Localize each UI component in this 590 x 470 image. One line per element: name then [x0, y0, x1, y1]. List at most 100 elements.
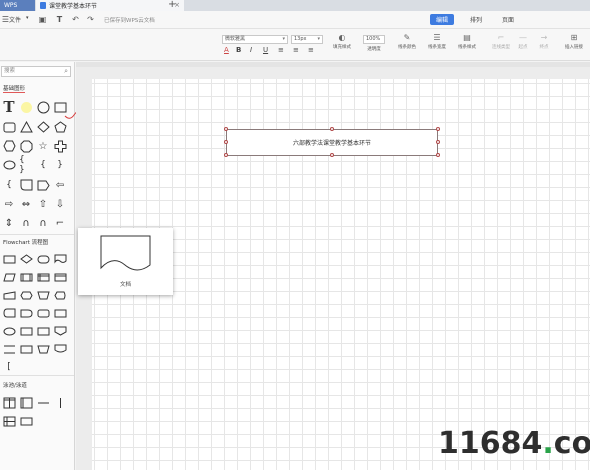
flow-document-icon[interactable]: [53, 252, 67, 266]
flow-card-icon[interactable]: [53, 270, 67, 284]
line-color-button[interactable]: ✎ 线条颜色: [394, 32, 420, 50]
align-center-icon[interactable]: ≡: [293, 46, 299, 54]
resize-handle-top-right[interactable]: [436, 127, 440, 131]
swimlane-horizontal-icon[interactable]: [19, 396, 33, 410]
octagon-shape-icon[interactable]: [19, 139, 33, 153]
flow-direct-data-icon[interactable]: [36, 306, 50, 320]
resize-handle-bottom-right[interactable]: [436, 153, 440, 157]
pentagon-shape-icon[interactable]: [53, 120, 67, 134]
flow-trapezoid-icon[interactable]: [36, 342, 50, 356]
line-style-button[interactable]: ▤ 线条样式: [454, 32, 480, 50]
resize-handle-top[interactable]: [330, 127, 334, 131]
new-tab-button[interactable]: +: [168, 0, 176, 10]
flow-terminator-icon[interactable]: [36, 252, 50, 266]
zoom-input[interactable]: 100%: [363, 35, 385, 44]
swimlane-small-icon[interactable]: [19, 414, 33, 428]
u-turn-arrow-shape-icon[interactable]: ∩: [19, 216, 33, 230]
insert-link-button[interactable]: ⊞ 插入链接: [560, 32, 588, 50]
opacity-button[interactable]: 透明度: [361, 46, 387, 52]
section-basic-shapes[interactable]: 基础图形: [3, 84, 26, 93]
flow-delay-icon[interactable]: [19, 306, 33, 320]
flow-sequential-icon[interactable]: [2, 324, 16, 338]
file-menu[interactable]: 文件: [9, 15, 21, 24]
flow-annotation-icon[interactable]: [: [2, 360, 16, 374]
start-point-button[interactable]: — 起点: [513, 32, 533, 50]
right-brace-shape-icon[interactable]: }: [53, 158, 67, 172]
callout-shape-icon[interactable]: [19, 178, 33, 192]
flow-display-icon[interactable]: [53, 288, 67, 302]
section-flowchart[interactable]: Flowchart 流程图: [3, 238, 48, 246]
flow-manual-op-icon[interactable]: [36, 288, 50, 302]
flow-predefined-icon[interactable]: [19, 270, 33, 284]
flow-preparation-icon[interactable]: [19, 288, 33, 302]
braces-shape-icon[interactable]: { }: [19, 155, 33, 175]
text-shape-icon[interactable]: T: [2, 98, 16, 116]
search-icon[interactable]: ⌕: [64, 67, 68, 76]
arrow-right-shape-icon[interactable]: ⇨: [2, 197, 16, 211]
flow-shield-icon[interactable]: [53, 342, 67, 356]
resize-handle-bottom[interactable]: [330, 153, 334, 157]
flow-merge-icon[interactable]: [19, 342, 33, 356]
separator-vertical-icon[interactable]: [53, 396, 67, 410]
star-shape-icon[interactable]: ☆: [36, 139, 50, 153]
line-width-button[interactable]: ☰ 线条宽度: [424, 32, 450, 50]
end-point-button[interactable]: → 终点: [534, 32, 554, 50]
bracket-shape-icon[interactable]: {: [2, 178, 16, 192]
highlight-shape-icon[interactable]: [19, 100, 33, 114]
tab-page[interactable]: 页面: [496, 14, 520, 25]
separator-horizontal-icon[interactable]: [36, 396, 50, 410]
format-painter-icon[interactable]: T: [55, 15, 64, 24]
flow-process-icon[interactable]: [2, 252, 16, 266]
swimlane-grid-icon[interactable]: [2, 414, 16, 428]
font-size-select[interactable]: 13px ▾: [291, 35, 323, 44]
selected-text-box[interactable]: 六部教学法课堂教学基本环节: [226, 129, 438, 156]
flow-disk-icon[interactable]: [19, 324, 33, 338]
arrow-both-shape-icon[interactable]: ⇔: [19, 197, 33, 211]
tag-shape-icon[interactable]: [36, 178, 50, 192]
resize-handle-left[interactable]: [224, 140, 228, 144]
italic-button[interactable]: I: [250, 46, 252, 54]
flow-decision-icon[interactable]: [19, 252, 33, 266]
flow-loop-limit-icon[interactable]: [36, 324, 50, 338]
ellipse-shape-icon[interactable]: [2, 158, 16, 172]
redo-icon[interactable]: ↷: [86, 15, 95, 24]
font-family-select[interactable]: 微软雅黑 ▾: [222, 35, 288, 44]
corner-shape-icon[interactable]: ⌐: [53, 216, 67, 230]
underline-button[interactable]: U: [263, 46, 268, 54]
cross-shape-icon[interactable]: [53, 139, 67, 153]
save-icon[interactable]: ▣: [38, 15, 47, 24]
arrow-down-shape-icon[interactable]: ⇩: [53, 197, 67, 211]
triangle-shape-icon[interactable]: [19, 120, 33, 134]
resize-handle-top-left[interactable]: [224, 127, 228, 131]
arrow-updown-shape-icon[interactable]: ⇕: [2, 216, 16, 230]
arrow-left-shape-icon[interactable]: ⇦: [53, 178, 67, 192]
flow-stored-data-icon[interactable]: [53, 306, 67, 320]
bold-button[interactable]: B: [236, 46, 241, 54]
flow-internal-storage-icon[interactable]: [36, 270, 50, 284]
flow-offpage-icon[interactable]: [53, 324, 67, 338]
arch-shape-icon[interactable]: ∩: [36, 216, 50, 230]
resize-handle-right[interactable]: [436, 140, 440, 144]
tab-edit[interactable]: 编辑: [430, 14, 455, 25]
diamond-shape-icon[interactable]: [36, 120, 50, 134]
arrow-up-shape-icon[interactable]: ⇧: [36, 197, 50, 211]
undo-icon[interactable]: ↶: [71, 15, 80, 24]
align-right-icon[interactable]: ≡: [308, 46, 314, 54]
resize-handle-bottom-left[interactable]: [224, 153, 228, 157]
tab-wps-home[interactable]: WPS: [0, 0, 35, 11]
tab-arrange[interactable]: 排列: [464, 14, 488, 25]
circle-shape-icon[interactable]: [36, 100, 50, 114]
section-swimlane[interactable]: 泳池/泳道: [3, 381, 27, 389]
fill-style-button[interactable]: ◐ 填充样式: [329, 32, 355, 50]
flow-data-icon[interactable]: [2, 270, 16, 284]
shape-search-input[interactable]: 搜索 ⌕: [1, 66, 71, 77]
align-left-icon[interactable]: ≡: [278, 46, 284, 54]
left-brace-shape-icon[interactable]: {: [36, 158, 50, 172]
rounded-rect-shape-icon[interactable]: [2, 120, 16, 134]
connector-type-button[interactable]: ⌐ 连线类型: [488, 32, 514, 50]
flow-collate-icon[interactable]: [2, 342, 16, 356]
flow-connector-icon[interactable]: [2, 306, 16, 320]
swimlane-vertical-icon[interactable]: [2, 396, 16, 410]
flow-manual-input-icon[interactable]: [2, 288, 16, 302]
font-color-button[interactable]: A: [224, 46, 229, 54]
